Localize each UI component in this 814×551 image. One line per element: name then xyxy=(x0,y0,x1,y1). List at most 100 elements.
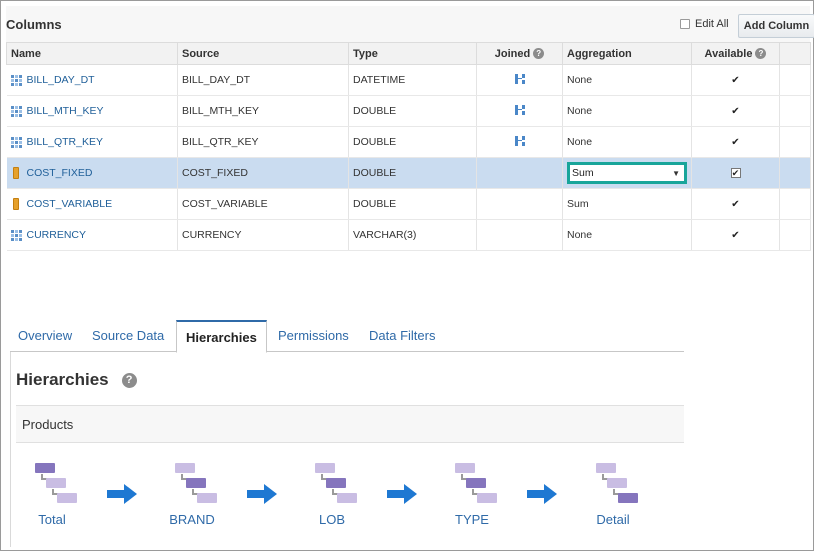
header-available[interactable]: Available? xyxy=(691,42,780,65)
cell-available[interactable]: ✔ xyxy=(691,126,780,158)
hierarchy-level-icon xyxy=(26,462,78,506)
aggregation-value: None xyxy=(567,229,593,241)
hierarchy-level-label: TYPE xyxy=(455,512,489,527)
cell-aggregation: Sum xyxy=(562,188,692,220)
table-row[interactable]: BILL_MTH_KEY BILL_MTH_KEY DOUBLE None ✔ xyxy=(6,95,811,127)
hierarchy-level-label: LOB xyxy=(318,512,345,527)
tab-overview[interactable]: Overview xyxy=(18,328,72,343)
hierarchy-level-icon xyxy=(166,462,218,506)
arrow-right-icon xyxy=(387,484,417,504)
hierarchy-level[interactable]: TYPE xyxy=(437,462,507,527)
table-row[interactable]: CURRENCY CURRENCY VARCHAR(3) None ✔ xyxy=(6,219,811,251)
header-type[interactable]: Type xyxy=(348,42,477,65)
join-icon xyxy=(514,135,526,147)
hierarchy-group-products[interactable]: Products xyxy=(16,405,684,443)
attribute-icon xyxy=(10,74,22,86)
cell-joined xyxy=(476,64,563,96)
column-name-link[interactable]: COST_VARIABLE xyxy=(27,198,113,210)
header-name[interactable]: Name xyxy=(6,42,178,65)
cell-name[interactable]: BILL_QTR_KEY xyxy=(6,126,178,158)
measure-icon xyxy=(12,167,19,179)
aggregation-value: None xyxy=(567,136,593,148)
cell-source: CURRENCY xyxy=(177,219,349,251)
cell-name[interactable]: BILL_MTH_KEY xyxy=(6,95,178,127)
aggregation-value: None xyxy=(567,105,593,117)
cell-aggregation: None xyxy=(562,126,692,158)
cell-name[interactable]: COST_FIXED xyxy=(6,157,178,189)
add-column-button[interactable]: Add Column xyxy=(738,14,814,38)
available-check-icon: ✔ xyxy=(731,230,740,241)
cell-type: DOUBLE xyxy=(348,188,477,220)
hierarchy-level[interactable]: BRAND xyxy=(157,462,227,527)
cell-available[interactable]: ✔ xyxy=(691,64,780,96)
column-name-link[interactable]: COST_FIXED xyxy=(27,167,93,179)
cell-name[interactable]: BILL_DAY_DT xyxy=(6,64,178,96)
aggregation-value: None xyxy=(567,74,593,86)
table-row[interactable]: BILL_DAY_DT BILL_DAY_DT DATETIME None ✔ xyxy=(6,64,811,96)
header-aggregation[interactable]: Aggregation xyxy=(562,42,692,65)
header-joined-label: Joined xyxy=(494,47,531,60)
cell-available[interactable]: ✔ xyxy=(691,157,780,189)
cell-available[interactable]: ✔ xyxy=(691,95,780,127)
edit-all-checkbox[interactable] xyxy=(680,19,690,29)
cell-available[interactable]: ✔ xyxy=(691,219,780,251)
aggregation-select[interactable]: Sum ▼ xyxy=(567,162,687,184)
measure-icon xyxy=(12,198,19,210)
arrow-right-icon xyxy=(527,484,557,504)
arrow-right-icon xyxy=(247,484,277,504)
hierarchy-level[interactable]: Detail xyxy=(578,462,648,527)
tab-hierarchies[interactable]: Hierarchies xyxy=(176,320,267,353)
tab-data-filters[interactable]: Data Filters xyxy=(369,328,435,343)
cell-source: COST_FIXED xyxy=(177,157,349,189)
edit-all-label: Edit All xyxy=(695,18,729,30)
cell-spacer xyxy=(779,126,811,158)
attribute-icon xyxy=(10,229,22,241)
cell-available[interactable]: ✔ xyxy=(691,188,780,220)
cell-name[interactable]: COST_VARIABLE xyxy=(6,188,178,220)
header-joined[interactable]: Joined? xyxy=(476,42,563,65)
header-available-label: Available xyxy=(704,47,753,60)
help-icon[interactable]: ? xyxy=(533,48,545,60)
column-name-link[interactable]: CURRENCY xyxy=(27,229,87,241)
hierarchy-level-label: Detail xyxy=(596,512,630,527)
tab-permissions[interactable]: Permissions xyxy=(278,328,349,343)
column-name-link[interactable]: BILL_MTH_KEY xyxy=(27,105,104,117)
hierarchy-level-label: BRAND xyxy=(169,512,215,527)
header-spacer xyxy=(779,42,811,65)
table-row[interactable]: BILL_QTR_KEY BILL_QTR_KEY DOUBLE None ✔ xyxy=(6,126,811,158)
help-icon[interactable]: ? xyxy=(121,372,137,388)
table-row[interactable]: COST_FIXED COST_FIXED DOUBLE Sum ▼ ✔ xyxy=(6,157,811,189)
cell-joined xyxy=(476,126,563,158)
cell-name[interactable]: CURRENCY xyxy=(6,219,178,251)
cell-spacer xyxy=(779,188,811,220)
hierarchy-level[interactable]: Total xyxy=(17,462,87,527)
hierarchy-level-label: Total xyxy=(38,512,66,527)
available-check-icon: ✔ xyxy=(731,106,740,117)
cell-type: DOUBLE xyxy=(348,126,477,158)
hierarchy-level[interactable]: LOB xyxy=(297,462,367,527)
cell-source: COST_VARIABLE xyxy=(177,188,349,220)
help-icon[interactable]: ? xyxy=(755,48,767,60)
cell-aggregation: None xyxy=(562,64,692,96)
available-checkbox[interactable]: ✔ xyxy=(730,168,741,178)
columns-title: Columns xyxy=(6,17,62,32)
cell-spacer xyxy=(779,64,811,96)
attribute-icon xyxy=(10,136,22,148)
cell-aggregation[interactable]: Sum ▼ xyxy=(562,157,692,189)
cell-type: VARCHAR(3) xyxy=(348,219,477,251)
aggregation-value: Sum xyxy=(572,167,594,179)
tab-bar: Overview Source Data Hierarchies Permiss… xyxy=(10,320,684,353)
cell-source: BILL_DAY_DT xyxy=(177,64,349,96)
cell-type: DOUBLE xyxy=(348,157,477,189)
table-row[interactable]: COST_VARIABLE COST_VARIABLE DOUBLE Sum ✔ xyxy=(6,188,811,220)
tab-source-data[interactable]: Source Data xyxy=(92,328,164,343)
hierarchy-level-icon xyxy=(446,462,498,506)
column-name-link[interactable]: BILL_DAY_DT xyxy=(27,74,95,86)
join-icon xyxy=(514,104,526,116)
header-source[interactable]: Source xyxy=(177,42,349,65)
cell-aggregation: None xyxy=(562,95,692,127)
edit-all-toggle[interactable]: Edit All xyxy=(680,18,729,30)
cell-type: DATETIME xyxy=(348,64,477,96)
attribute-icon xyxy=(10,105,22,117)
column-name-link[interactable]: BILL_QTR_KEY xyxy=(27,136,103,148)
